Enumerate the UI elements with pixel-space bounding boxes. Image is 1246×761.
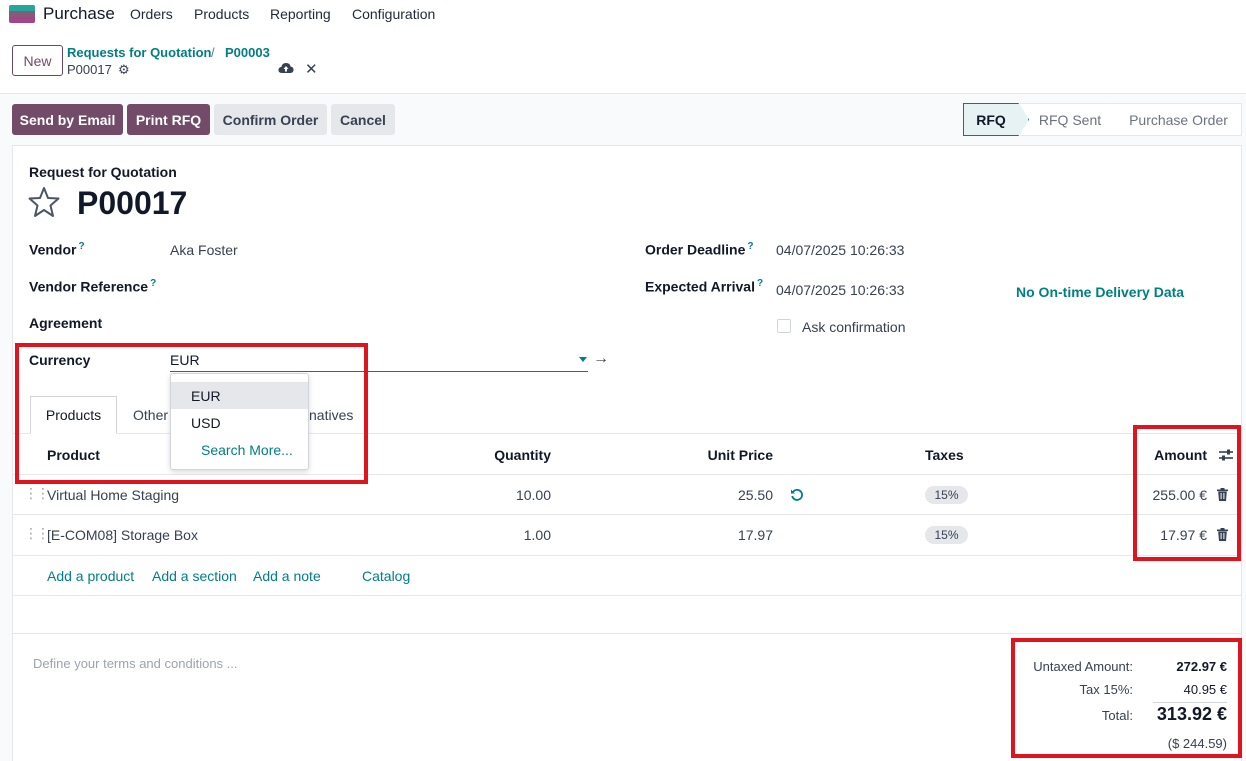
- document-type: Request for Quotation: [29, 164, 177, 180]
- col-header-taxes[interactable]: Taxes: [925, 447, 964, 463]
- top-navbar: Purchase Orders Products Reporting Confi…: [0, 0, 1246, 28]
- on-time-delivery-info: No On-time Delivery Data: [1016, 284, 1185, 300]
- control-panel: New Requests for Quotation / P00003 P000…: [0, 28, 1246, 94]
- tab-other-info[interactable]: Other: [133, 396, 168, 434]
- status-rfq[interactable]: RFQ: [963, 103, 1029, 136]
- dropdown-option-usd[interactable]: USD: [171, 409, 308, 436]
- agreement-label: Agreement: [29, 315, 103, 331]
- row-amount: 255.00 €: [1152, 487, 1208, 503]
- purchase-app-icon[interactable]: [9, 5, 35, 23]
- ask-confirmation-label: Ask confirmation: [802, 319, 906, 335]
- vendor-label: Vendor?: [29, 241, 85, 258]
- breadcrumb-separator: /: [211, 45, 215, 60]
- add-note-link[interactable]: Add a note: [253, 568, 321, 584]
- new-button[interactable]: New: [12, 45, 63, 76]
- expected-arrival-field[interactable]: 04/07/2025 10:26:33: [776, 282, 904, 298]
- tax-value: 40.95 €: [1183, 682, 1227, 697]
- menu-products[interactable]: Products: [194, 6, 249, 22]
- gear-icon[interactable]: ⚙: [118, 62, 130, 78]
- cancel-button[interactable]: Cancel: [331, 104, 395, 135]
- row-unit-price[interactable]: 25.50: [653, 487, 773, 503]
- confirm-order-button[interactable]: Confirm Order: [214, 104, 327, 135]
- col-header-unit-price[interactable]: Unit Price: [653, 447, 773, 463]
- total-value: 313.92 €: [1156, 704, 1227, 724]
- table-divider: [13, 555, 1242, 556]
- currency-dropdown: EUR USD Search More...: [170, 373, 309, 470]
- status-purchase-order[interactable]: Purchase Order: [1108, 103, 1242, 136]
- currency-label: Currency: [29, 352, 91, 368]
- app-name[interactable]: Purchase: [43, 4, 115, 24]
- tax-badge[interactable]: 15%: [925, 486, 968, 504]
- menu-orders[interactable]: Orders: [130, 6, 173, 22]
- untaxed-amount-label: Untaxed Amount:: [1033, 659, 1133, 674]
- tax-label: Tax 15%:: [1079, 682, 1133, 697]
- expected-arrival-label: Expected Arrival?: [645, 278, 764, 295]
- row-quantity[interactable]: 1.00: [451, 527, 551, 543]
- trash-icon[interactable]: [1217, 488, 1228, 501]
- optional-columns-icon[interactable]: [1218, 448, 1234, 462]
- menu-reporting[interactable]: Reporting: [270, 6, 331, 22]
- breadcrumb-rfq[interactable]: Requests for Quotation: [67, 45, 211, 60]
- dropdown-search-more[interactable]: Search More...: [171, 436, 308, 463]
- col-header-product[interactable]: Product: [47, 447, 100, 463]
- totals-divider: [1153, 702, 1227, 703]
- reset-price-icon[interactable]: [790, 488, 804, 502]
- menu-configuration[interactable]: Configuration: [352, 6, 435, 22]
- col-header-quantity[interactable]: Quantity: [451, 447, 551, 463]
- caret-down-icon[interactable]: [579, 357, 587, 362]
- vendor-reference-label: Vendor Reference?: [29, 278, 157, 295]
- row-product[interactable]: Virtual Home Staging: [47, 487, 179, 503]
- tab-alternatives[interactable]: natives: [309, 396, 353, 434]
- document-name: P00017: [77, 185, 188, 221]
- tab-products[interactable]: Products: [30, 396, 117, 434]
- row-quantity[interactable]: 10.00: [451, 487, 551, 503]
- table-divider: [13, 514, 1242, 515]
- total-converted-value: ($ 244.59): [1167, 736, 1227, 751]
- arrow-right-icon[interactable]: →: [593, 350, 609, 368]
- catalog-link[interactable]: Catalog: [362, 568, 410, 584]
- terms-conditions-field[interactable]: Define your terms and conditions ...: [33, 656, 238, 671]
- row-product[interactable]: [E-COM08] Storage Box: [47, 527, 198, 543]
- table-divider: [13, 474, 1242, 475]
- send-by-email-button[interactable]: Send by Email: [12, 104, 123, 135]
- dropdown-option-eur[interactable]: EUR: [171, 382, 308, 409]
- vendor-field[interactable]: Aka Foster: [170, 242, 238, 258]
- order-deadline-field[interactable]: 04/07/2025 10:26:33: [776, 242, 904, 258]
- drag-handle-icon[interactable]: ⋮⋮: [24, 525, 50, 542]
- row-unit-price[interactable]: 17.97: [653, 527, 773, 543]
- tax-badge[interactable]: 15%: [925, 526, 968, 544]
- untaxed-amount-value: 272.97 €: [1176, 659, 1227, 674]
- drag-handle-icon[interactable]: ⋮⋮: [24, 485, 50, 502]
- cloud-save-icon[interactable]: [278, 61, 294, 75]
- help-icon[interactable]: ?: [747, 241, 753, 252]
- print-rfq-button[interactable]: Print RFQ: [127, 104, 210, 135]
- add-product-link[interactable]: Add a product: [47, 568, 134, 584]
- status-rfq-sent[interactable]: RFQ Sent: [1020, 103, 1120, 136]
- help-icon[interactable]: ?: [150, 278, 156, 289]
- col-header-amount[interactable]: Amount: [1107, 447, 1207, 463]
- row-amount: 17.97 €: [1160, 527, 1207, 543]
- help-icon[interactable]: ?: [78, 241, 84, 252]
- ask-confirmation-checkbox[interactable]: [777, 319, 791, 333]
- total-label: Total:: [1101, 708, 1133, 723]
- trash-icon[interactable]: [1217, 528, 1228, 541]
- section-divider: [13, 633, 1242, 634]
- order-deadline-label: Order Deadline?: [645, 241, 754, 258]
- close-icon[interactable]: ✕: [305, 60, 318, 78]
- table-divider: [13, 595, 1242, 596]
- add-section-link[interactable]: Add a section: [152, 568, 237, 584]
- help-icon[interactable]: ?: [757, 278, 763, 289]
- current-record-name: P00017: [67, 62, 112, 77]
- breadcrumb-p00003[interactable]: P00003: [225, 45, 270, 60]
- star-icon[interactable]: [27, 185, 61, 219]
- currency-input[interactable]: EUR: [170, 352, 588, 372]
